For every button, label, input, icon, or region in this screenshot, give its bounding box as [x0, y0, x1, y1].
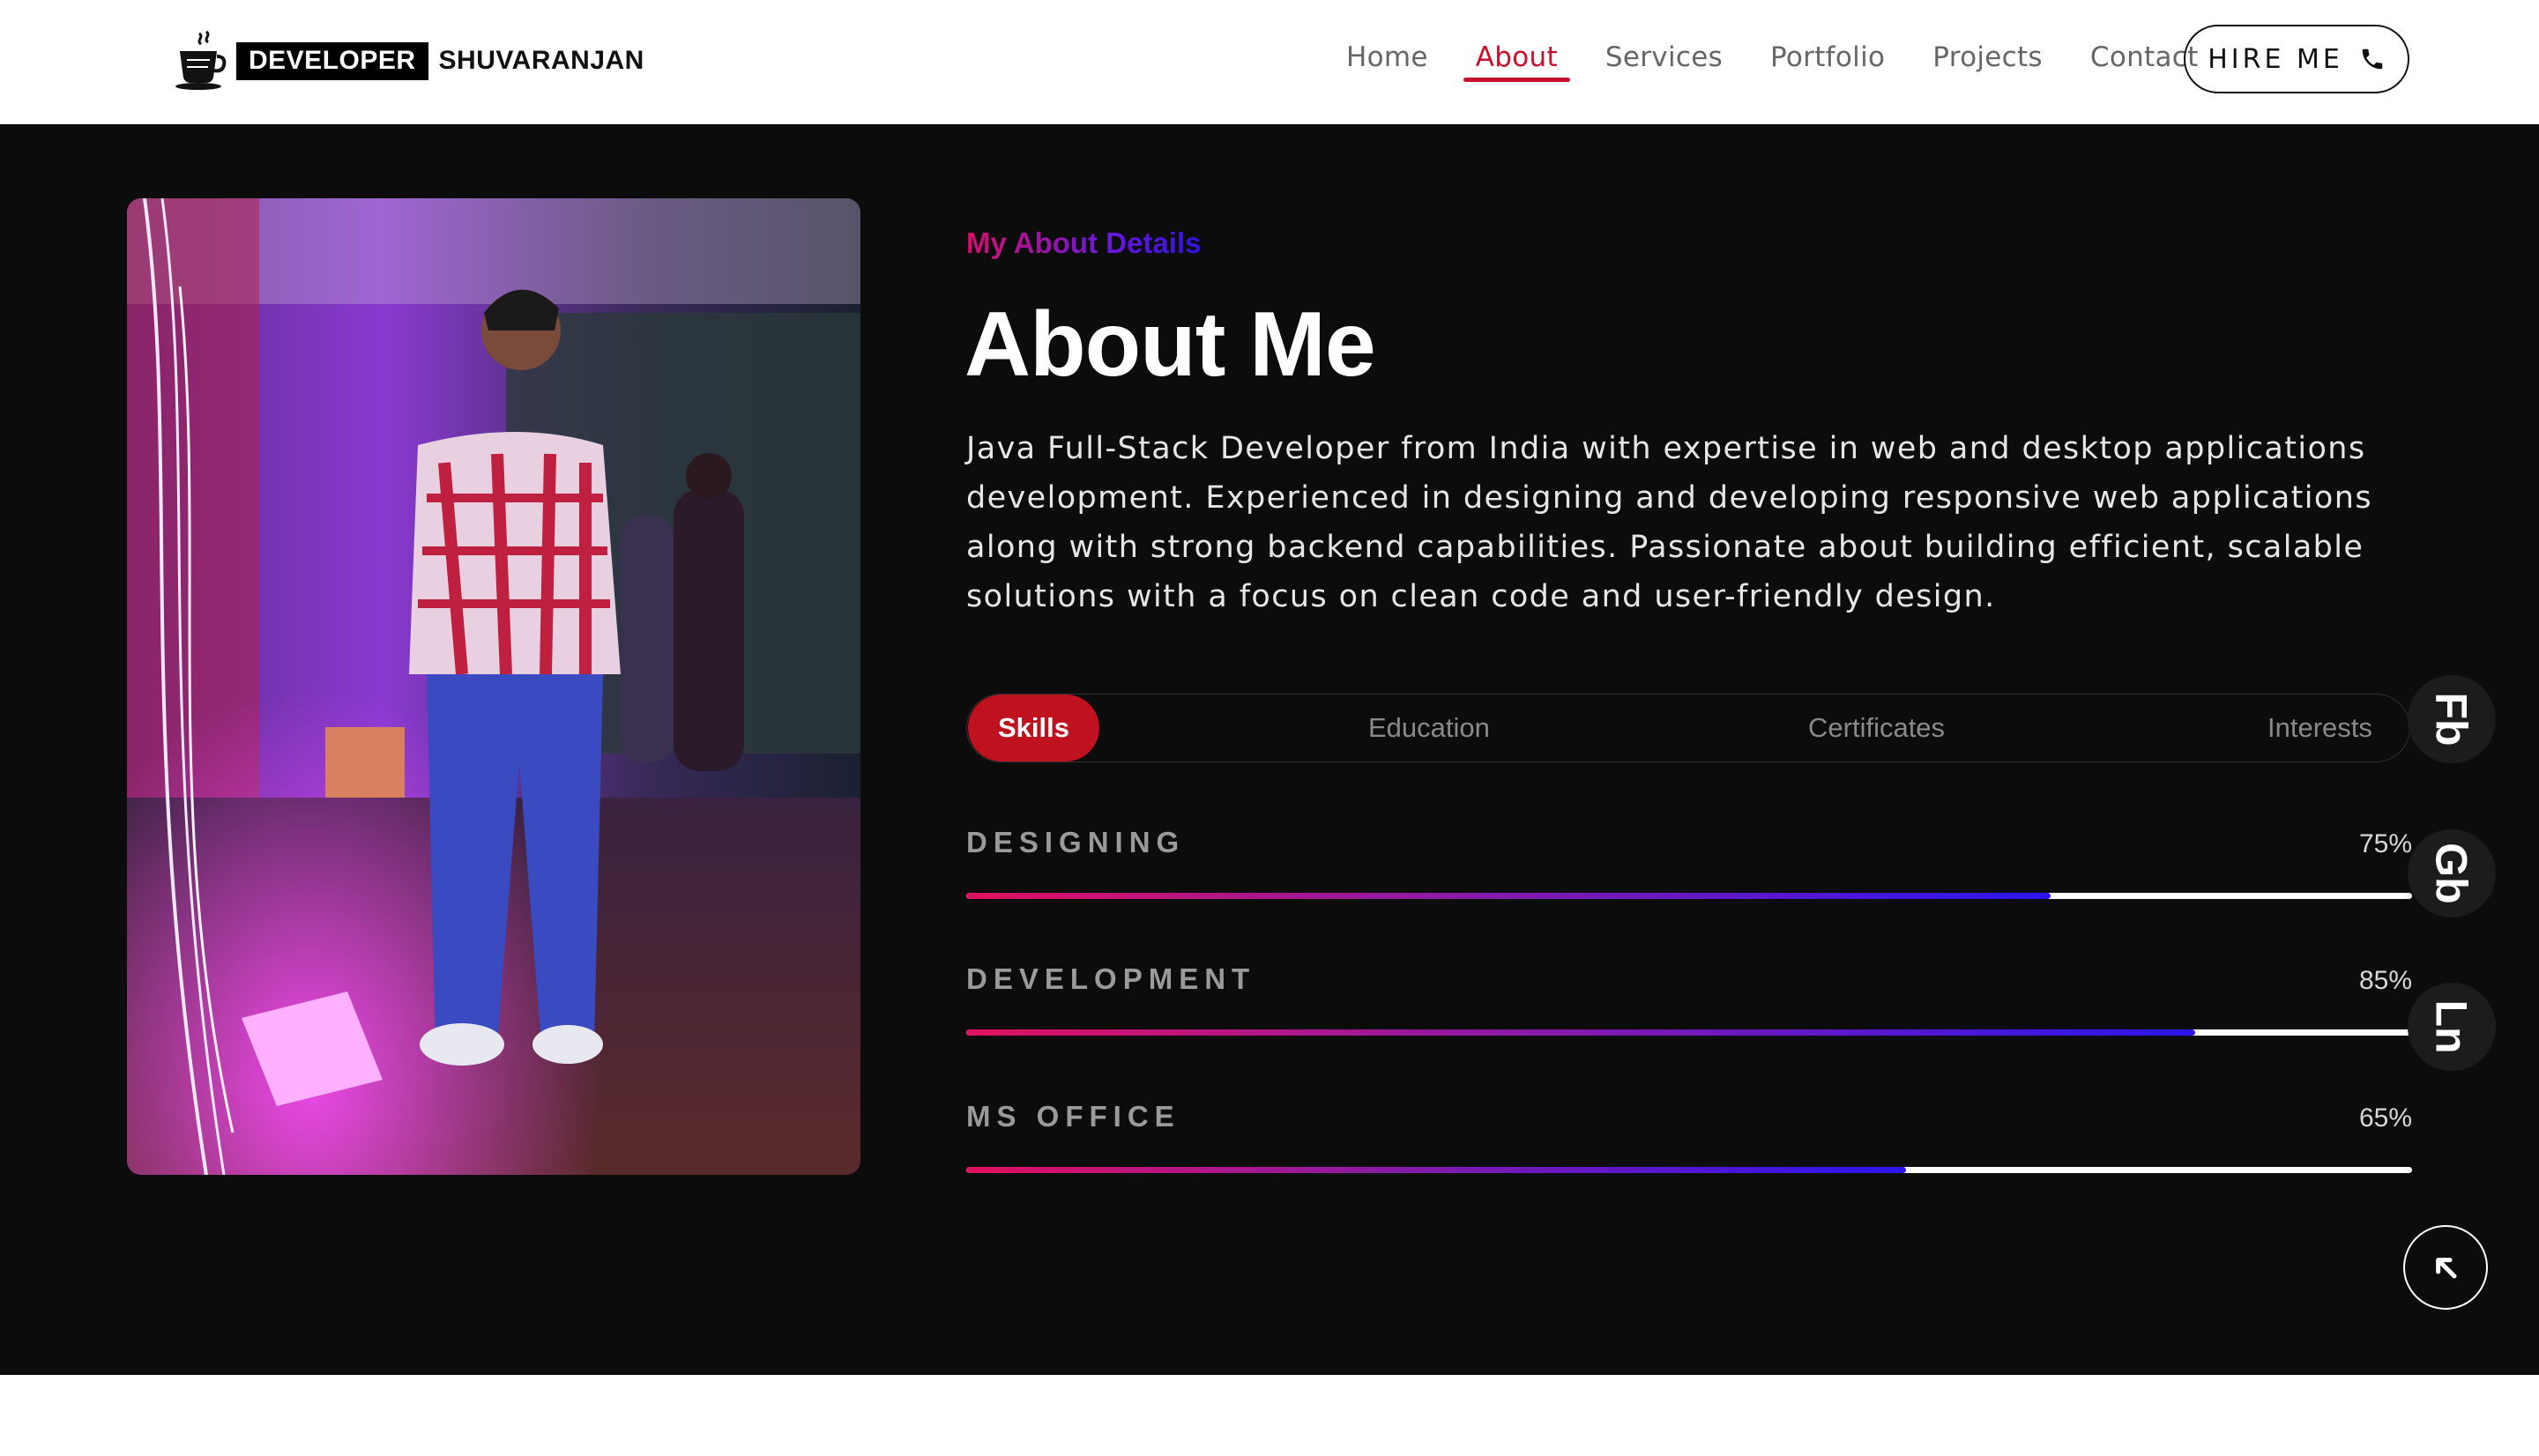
tab-certificates[interactable]: Certificates [1808, 695, 1945, 761]
skill-progress-track [966, 1167, 2412, 1173]
skill-label: DEVELOPMENT [966, 962, 1256, 995]
arrow-up-left-icon [2436, 1258, 2457, 1279]
nav-projects[interactable]: Projects [1932, 0, 2043, 123]
skill-label: MS OFFICE [966, 1100, 1180, 1133]
tab-skills[interactable]: Skills [968, 695, 1099, 761]
tab-interests[interactable]: Interests [2267, 695, 2372, 761]
coffee-cup-icon [175, 30, 227, 90]
phone-icon [2362, 48, 2383, 70]
profile-photo [127, 198, 860, 1175]
skill-percent: 75% [2358, 829, 2412, 858]
logo-badge: DEVELOPER [236, 41, 428, 80]
logo[interactable]: DEVELOPER SHUVARANJAN [173, 30, 644, 92]
skill-progress-fill [966, 1029, 2195, 1036]
about-tabs: Skills Education Certificates Interests [966, 694, 2410, 762]
nav-portfolio[interactable]: Portfolio [1770, 0, 1885, 123]
hire-me-label: HIRE ME [2208, 43, 2343, 75]
facebook-icon[interactable]: Fb [2408, 675, 2496, 763]
about-description: Java Full-Stack Developer from India wit… [966, 431, 2372, 614]
nav-contact[interactable]: Contact [2090, 0, 2199, 123]
tab-education[interactable]: Education [1368, 695, 1490, 761]
nav-services[interactable]: Services [1605, 0, 1723, 123]
hire-me-button[interactable]: HIRE ME [2184, 25, 2409, 93]
skill-label: DESIGNING [966, 826, 1186, 858]
nav-home[interactable]: Home [1346, 0, 1428, 123]
skill-percent: 85% [2358, 966, 2412, 995]
skill-progress-fill [966, 893, 2051, 899]
skill-progress-track [966, 893, 2412, 899]
github-icon[interactable]: Gb [2408, 829, 2496, 917]
navbar: DEVELOPER SHUVARANJAN Home About Service… [0, 0, 2539, 124]
main-nav: Home About Services Portfolio Projects C… [1322, 0, 2223, 123]
logo-name: SHUVARANJAN [438, 46, 644, 75]
skill-percent: 65% [2358, 1103, 2412, 1133]
nav-about[interactable]: About [1463, 0, 1571, 123]
about-section: My About Details About Me Java Full-Stac… [0, 124, 2539, 1375]
linkedin-icon[interactable]: Ln [2408, 983, 2496, 1071]
scroll-to-top-button[interactable] [2403, 1225, 2488, 1310]
skill-progress-fill [966, 1167, 1906, 1173]
skill-progress-track [966, 1029, 2412, 1036]
section-subtitle: My About Details [966, 227, 1202, 259]
page-title: About Me [964, 293, 1376, 396]
